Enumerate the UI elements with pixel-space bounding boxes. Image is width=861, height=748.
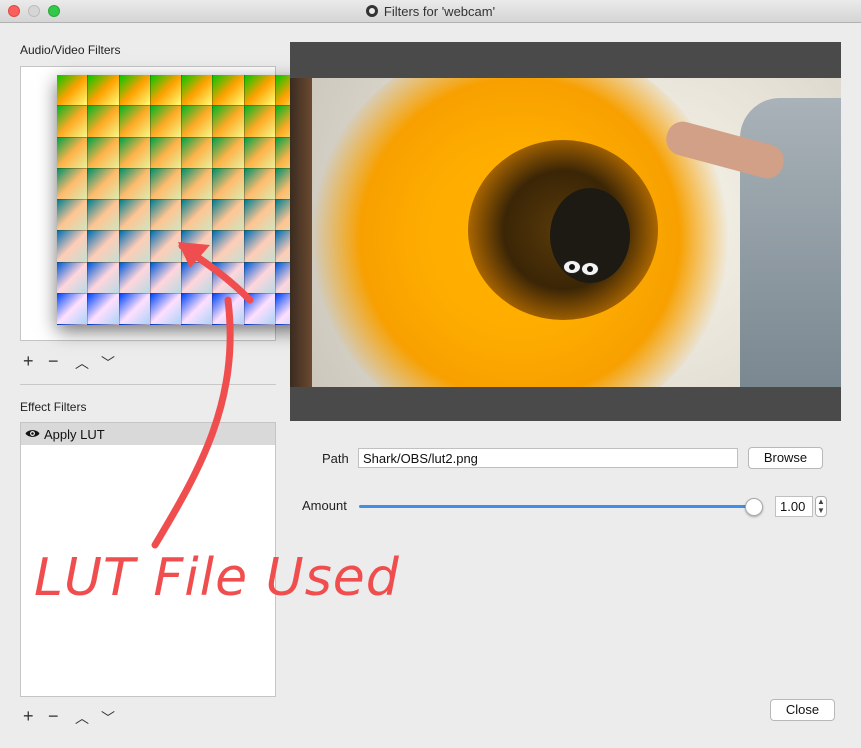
annotation-text: LUT File Used — [34, 548, 400, 608]
filters-window: Filters for 'webcam' Audio/Video Filters… — [0, 0, 861, 748]
annotation-arrow — [151, 242, 254, 549]
